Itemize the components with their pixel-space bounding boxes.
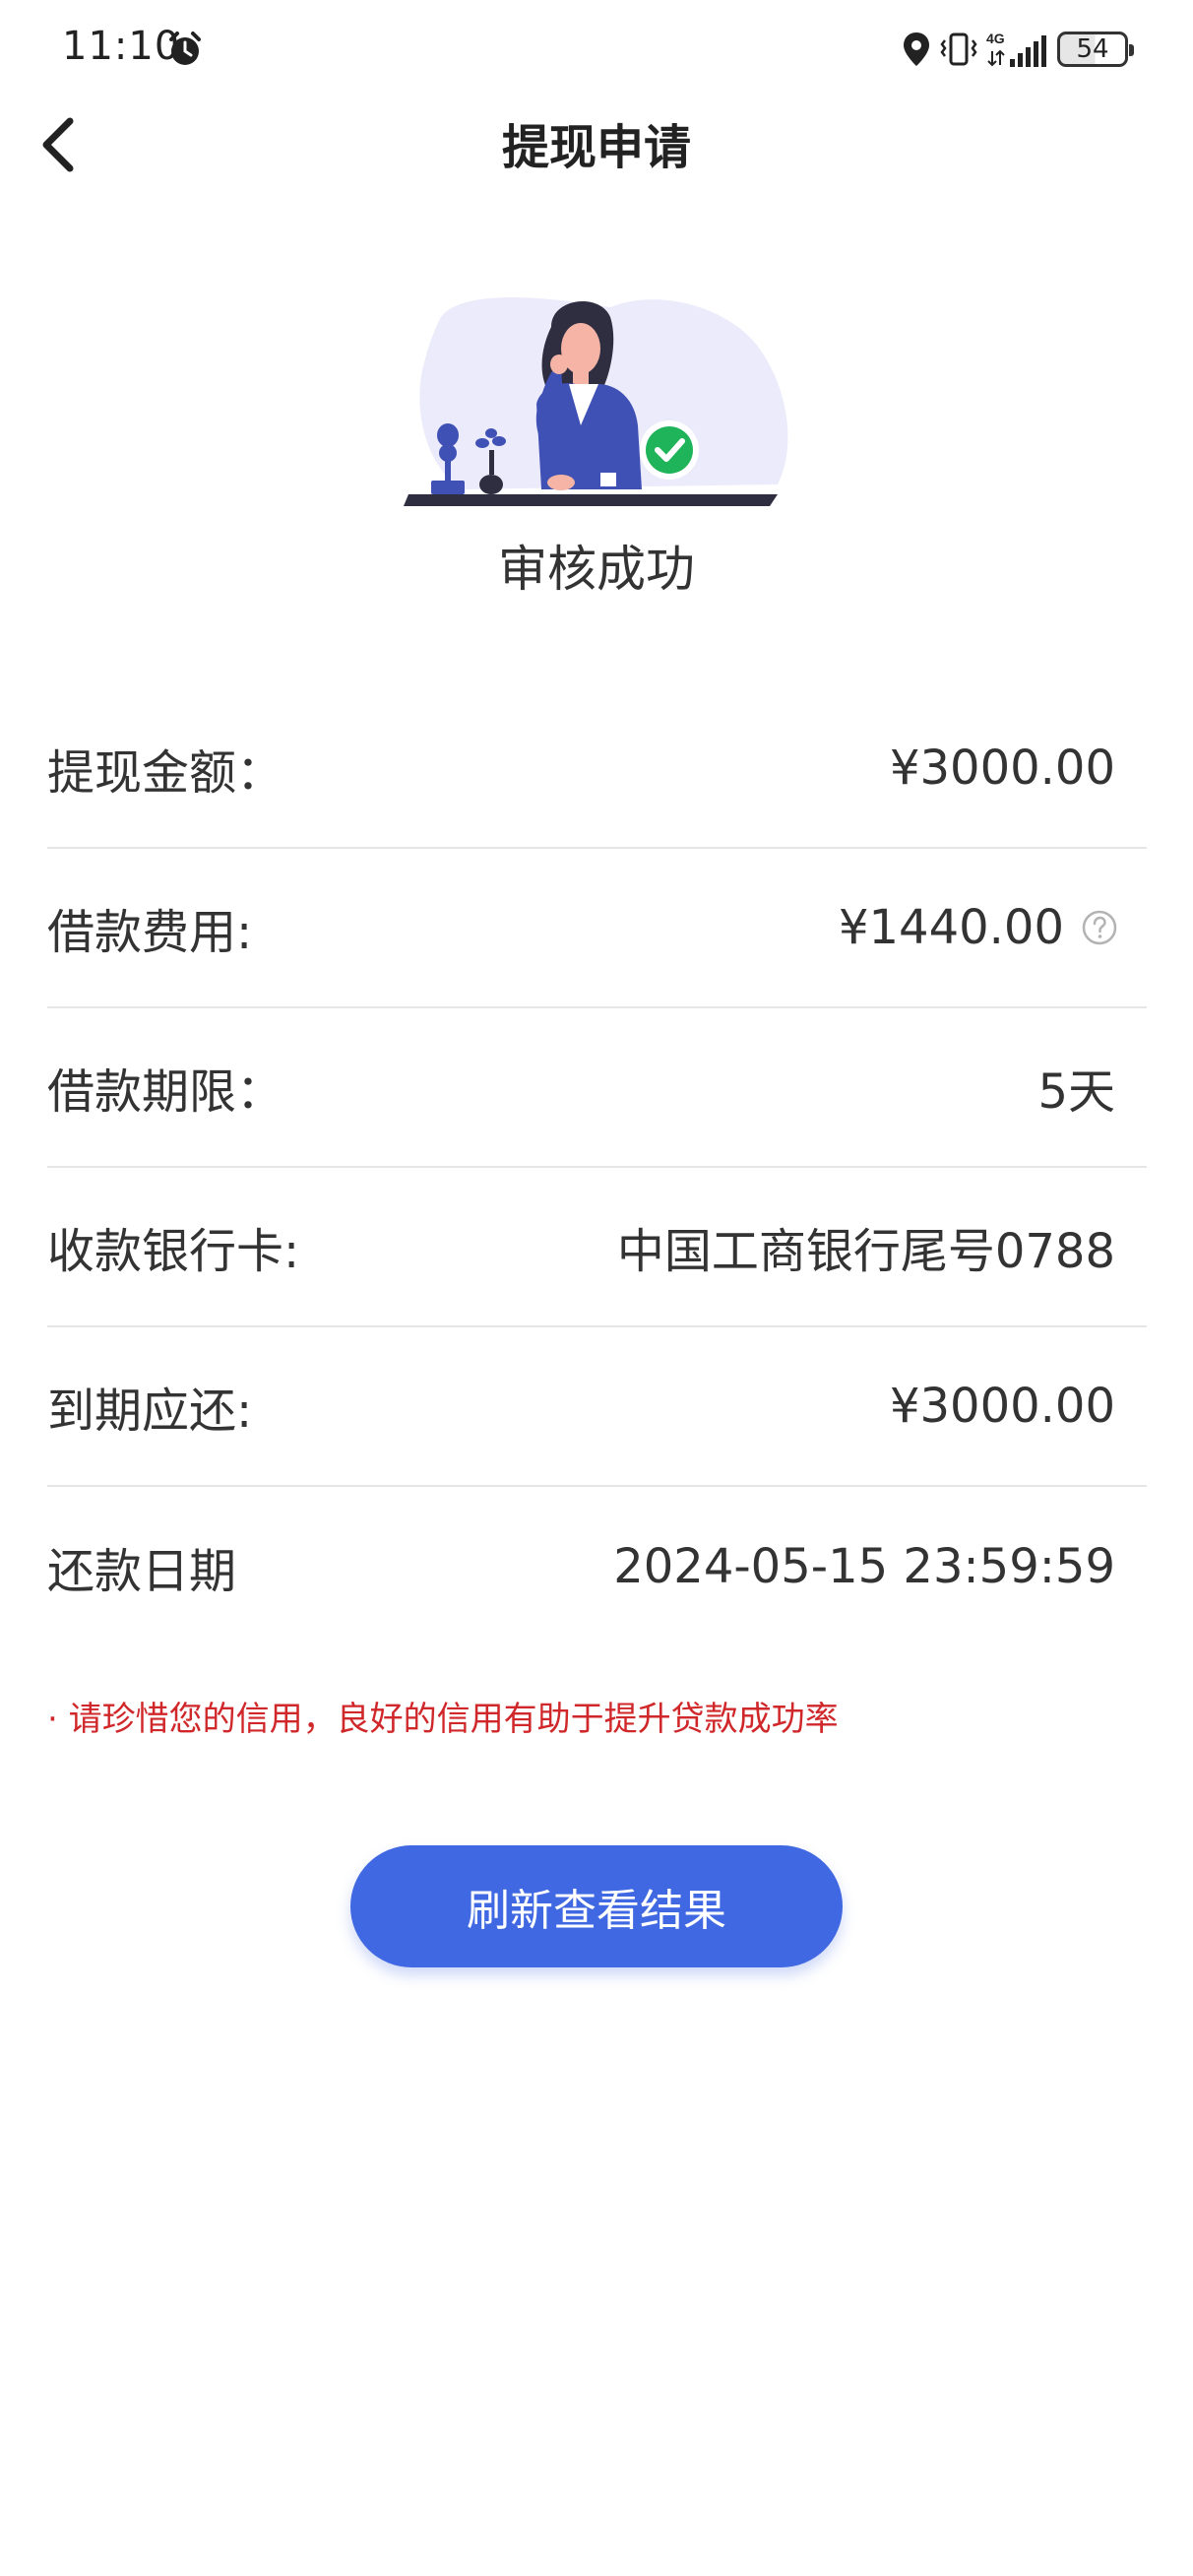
detail-row-fee: 借款费用: ¥1440.00 bbox=[47, 849, 1147, 1008]
status-time: 11:10 bbox=[62, 24, 181, 69]
withdrawal-details: 提现金额： ¥3000.00 借款费用: ¥1440.00 借款期限： 5天 收… bbox=[47, 689, 1147, 1646]
battery-level: 54 bbox=[1076, 34, 1109, 64]
detail-row-term: 借款期限： 5天 bbox=[47, 1008, 1147, 1168]
signal-icon: 4G bbox=[986, 31, 1046, 67]
detail-label: 收款银行卡: bbox=[47, 1224, 300, 1279]
detail-value: 中国工商银行尾号0788 bbox=[616, 1224, 1115, 1279]
detail-label: 到期应还: bbox=[47, 1384, 253, 1439]
help-icon[interactable] bbox=[1080, 908, 1119, 947]
detail-value-wrap: ¥1440.00 bbox=[839, 900, 1119, 955]
svg-text:4G: 4G bbox=[986, 31, 1005, 46]
detail-value: 5天 bbox=[1037, 1064, 1115, 1120]
refresh-result-button[interactable]: 刷新查看结果 bbox=[350, 1845, 843, 1967]
detail-label: 借款期限： bbox=[47, 1064, 284, 1120]
status-icons: 4G 54 bbox=[902, 28, 1134, 71]
vibrate-icon bbox=[940, 32, 977, 66]
detail-row-repay-date: 还款日期 2024-05-15 23:59:59 bbox=[47, 1487, 1147, 1646]
detail-label: 还款日期 bbox=[47, 1544, 237, 1599]
detail-label: 提现金额： bbox=[47, 745, 284, 801]
detail-value: ¥1440.00 bbox=[838, 900, 1064, 955]
alarm-icon bbox=[169, 32, 201, 65]
review-success-illustration bbox=[404, 297, 788, 506]
review-status-title: 审核成功 bbox=[498, 541, 695, 598]
detail-value: 2024-05-15 23:59:59 bbox=[613, 1539, 1115, 1594]
detail-row-bank-card: 收款银行卡: 中国工商银行尾号0788 bbox=[47, 1168, 1147, 1327]
credit-notice: · 请珍惜您的信用，良好的信用有助于提升贷款成功率 bbox=[47, 1700, 839, 1739]
location-icon bbox=[904, 32, 929, 66]
page-title: 提现申请 bbox=[501, 120, 691, 175]
detail-row-amount: 提现金额： ¥3000.00 bbox=[47, 689, 1147, 849]
detail-value: ¥3000.00 bbox=[889, 1379, 1115, 1434]
nav-header: 提现申请 bbox=[0, 98, 1193, 236]
battery-indicator: 54 bbox=[1057, 32, 1134, 67]
status-bar: 11:10 4G 54 bbox=[0, 0, 1193, 98]
detail-value: ¥3000.00 bbox=[889, 741, 1115, 796]
detail-row-due-amount: 到期应还: ¥3000.00 bbox=[47, 1327, 1147, 1487]
detail-label: 借款费用: bbox=[47, 905, 253, 960]
